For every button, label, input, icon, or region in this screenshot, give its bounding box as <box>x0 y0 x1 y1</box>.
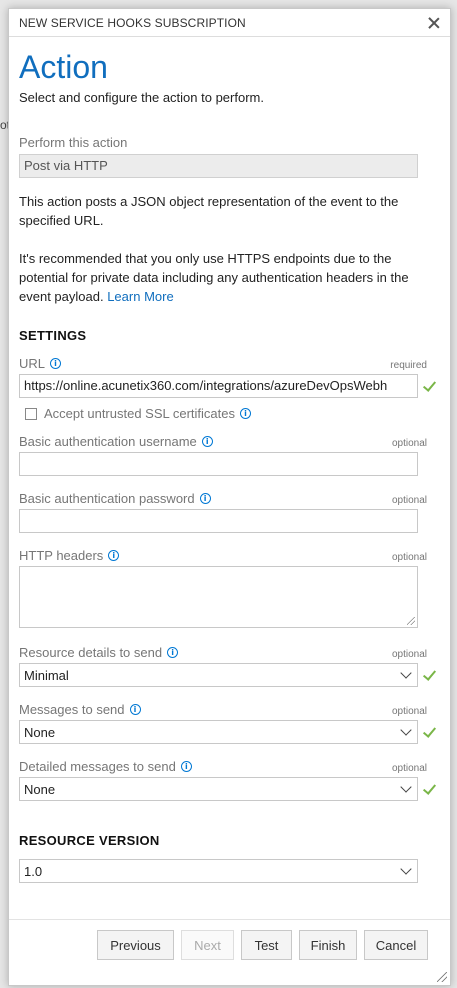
resource-details-select[interactable]: Minimal <box>19 663 418 687</box>
chevron-down-icon <box>400 724 412 736</box>
messages-value: None <box>24 725 56 740</box>
url-field-wrap: https://online.acunetix360.com/integrati… <box>19 374 439 398</box>
chevron-down-icon <box>400 863 412 875</box>
headers-textarea[interactable] <box>19 566 418 628</box>
resource-details-label-row: Resource details to send i optional <box>19 642 439 660</box>
resource-details-field-wrap: Minimal <box>19 663 439 687</box>
optional-tag: optional <box>391 706 427 717</box>
password-field-wrap <box>19 509 439 533</box>
optional-tag: optional <box>391 438 427 449</box>
ssl-checkbox-label: Accept untrusted SSL certificates <box>44 406 236 421</box>
resize-grip-icon[interactable] <box>407 617 415 625</box>
checkmark-icon <box>422 668 436 682</box>
info-icon[interactable]: i <box>108 550 120 561</box>
username-label-row: Basic authentication username i optional <box>19 431 439 449</box>
resource-details-label: Resource details to send i <box>19 645 179 660</box>
perform-action-field: Post via HTTP <box>19 154 418 178</box>
info-icon[interactable]: i <box>129 704 141 715</box>
url-label-text: URL <box>19 356 46 371</box>
service-hook-dialog: NEW SERVICE HOOKS SUBSCRIPTION Action Se… <box>8 8 451 986</box>
messages-label: Messages to send i <box>19 702 141 717</box>
headers-label-row: HTTP headers i optional <box>19 545 439 563</box>
headers-field-wrap <box>19 566 439 628</box>
info-icon[interactable]: i <box>180 761 192 772</box>
cancel-button[interactable]: Cancel <box>364 930 428 960</box>
headers-label: HTTP headers i <box>19 548 120 563</box>
detailed-messages-value: None <box>24 782 56 797</box>
info-icon[interactable]: i <box>201 436 213 447</box>
messages-label-row: Messages to send i optional <box>19 699 439 717</box>
optional-tag: optional <box>391 552 427 563</box>
dialog-title: NEW SERVICE HOOKS SUBSCRIPTION <box>19 15 246 30</box>
dialog-titlebar: NEW SERVICE HOOKS SUBSCRIPTION <box>9 9 450 37</box>
checkmark-icon <box>422 379 436 393</box>
resource-version-select[interactable]: 1.0 <box>19 859 418 883</box>
close-icon[interactable] <box>426 15 442 31</box>
optional-tag: optional <box>391 495 427 506</box>
username-label-text: Basic authentication username <box>19 434 197 449</box>
page-subtitle: Select and configure the action to perfo… <box>19 90 264 105</box>
password-input[interactable] <box>19 509 418 533</box>
page-title: Action <box>19 49 108 85</box>
messages-select[interactable]: None <box>19 720 418 744</box>
action-description: This action posts a JSON object represen… <box>19 194 399 228</box>
username-label: Basic authentication username i <box>19 434 213 449</box>
https-recommendation: It's recommended that you only use HTTPS… <box>19 249 439 306</box>
https-recommendation-text: It's recommended that you only use HTTPS… <box>19 251 409 304</box>
messages-label-text: Messages to send <box>19 702 125 717</box>
resource-details-label-text: Resource details to send <box>19 645 163 660</box>
chevron-down-icon <box>400 781 412 793</box>
url-label-row: URL i required <box>19 353 439 371</box>
resource-version-heading: RESOURCE VERSION <box>19 833 160 848</box>
dialog-content: Action Select and configure the action t… <box>19 37 439 883</box>
info-icon[interactable]: i <box>167 647 179 658</box>
url-label: URL i <box>19 356 62 371</box>
finish-button[interactable]: Finish <box>299 930 357 960</box>
detailed-messages-label: Detailed messages to send i <box>19 759 192 774</box>
detailed-messages-label-text: Detailed messages to send <box>19 759 176 774</box>
settings-heading: SETTINGS <box>19 328 87 343</box>
info-icon[interactable]: i <box>199 493 211 504</box>
username-input[interactable] <box>19 452 418 476</box>
checkmark-icon <box>422 725 436 739</box>
optional-tag: optional <box>391 649 427 660</box>
previous-button[interactable]: Previous <box>97 930 174 960</box>
perform-action-label: Perform this action <box>19 135 128 150</box>
detailed-messages-label-row: Detailed messages to send i optional <box>19 756 439 774</box>
optional-tag: optional <box>391 763 427 774</box>
url-input[interactable]: https://online.acunetix360.com/integrati… <box>19 374 418 398</box>
resource-details-value: Minimal <box>24 668 69 683</box>
ssl-checkbox[interactable] <box>25 407 37 420</box>
headers-label-text: HTTP headers <box>19 548 104 563</box>
test-button[interactable]: Test <box>241 930 292 960</box>
messages-field-wrap: None <box>19 720 439 744</box>
password-label-text: Basic authentication password <box>19 491 195 506</box>
checkmark-icon <box>422 782 436 796</box>
info-icon[interactable]: i <box>50 358 62 369</box>
password-label-row: Basic authentication password i optional <box>19 488 439 506</box>
learn-more-link[interactable]: Learn More <box>107 289 173 304</box>
detailed-messages-field-wrap: None <box>19 777 439 801</box>
required-tag: required <box>390 360 427 371</box>
chevron-down-icon <box>400 667 412 679</box>
username-field-wrap <box>19 452 439 476</box>
resource-version-value: 1.0 <box>24 864 43 879</box>
ssl-checkbox-row[interactable]: Accept untrusted SSL certificates i <box>25 406 439 421</box>
info-icon[interactable]: i <box>240 408 252 419</box>
resource-version-field-wrap: 1.0 <box>19 859 439 883</box>
password-label: Basic authentication password i <box>19 491 211 506</box>
detailed-messages-select[interactable]: None <box>19 777 418 801</box>
resize-grip-icon[interactable] <box>437 972 447 982</box>
dialog-footer: Previous Next Test Finish Cancel <box>9 919 450 985</box>
next-button[interactable]: Next <box>181 930 234 960</box>
